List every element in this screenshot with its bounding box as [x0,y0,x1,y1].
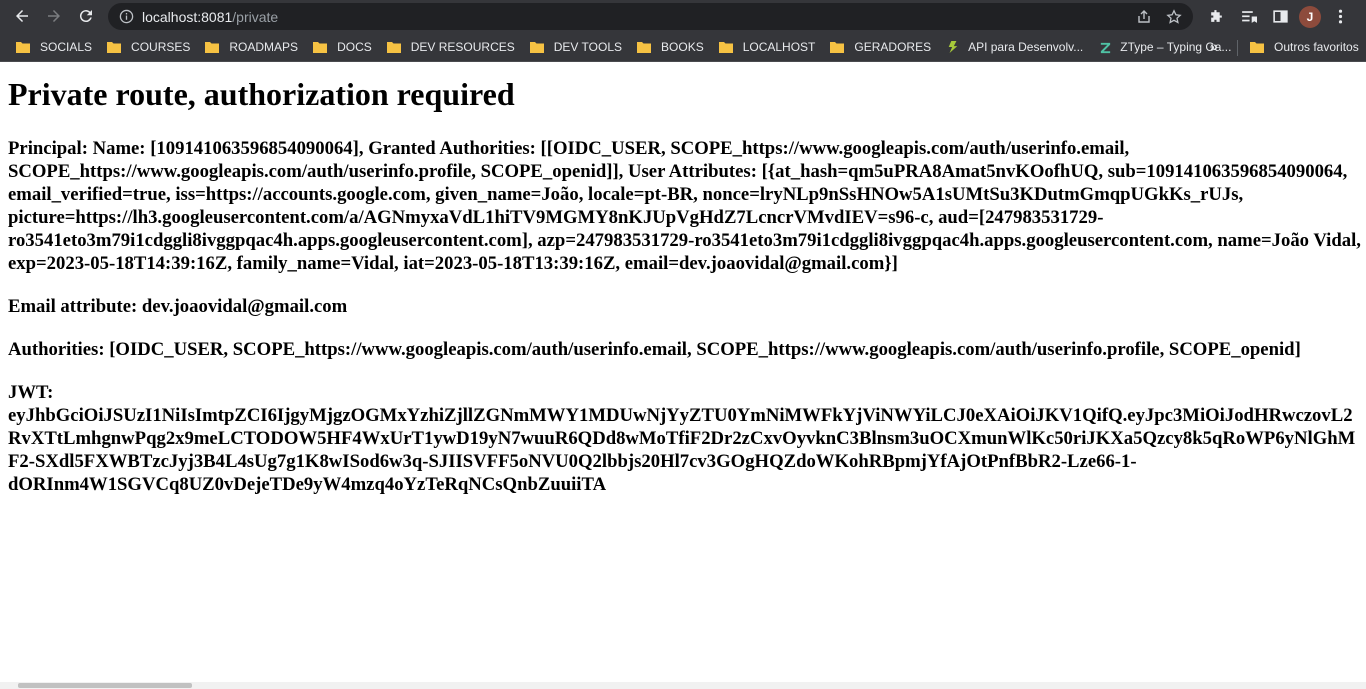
url-text[interactable]: localhost:8081/private [142,9,278,25]
forward-icon[interactable] [40,2,68,30]
reading-list-icon[interactable] [1235,4,1261,30]
star-icon[interactable] [1161,4,1187,30]
bookmark-label: API para Desenvolv... [968,40,1084,54]
bookmark-dev-resources[interactable]: DEV RESOURCES [381,35,521,59]
bookmark-socials[interactable]: SOCIALS [10,35,98,59]
jwt-line: F2-SXdl5FXWBTzcJyj3B4L4sUg7g1K8wISod6w3q… [8,451,1137,472]
bookmark-label: Outros favoritos [1274,40,1359,54]
page-content: Private route, authorization required Pr… [8,62,1366,682]
bookmark-courses[interactable]: COURSES [101,35,196,59]
page-title: Private route, authorization required [8,76,515,112]
url-host: localhost:8081 [142,8,233,25]
bookmark-geradores[interactable]: GERADORES [824,35,937,59]
email-attribute-text: Email attribute: dev.joaovidal@gmail.com [8,296,348,317]
api-favicon [946,40,960,54]
profile-avatar[interactable]: J [1299,5,1321,28]
folder-icon [386,42,401,53]
jwt-line: RvXTtLmhgnwPqg2x9meLCTODOW5HF4WxUrT1ywD1… [8,428,1356,449]
bookmark-label: DOCS [337,40,372,54]
jwt-line: dORInm4W1SGVCq8UZ0vDejeTDe9yW4mzq4oYzTeR… [8,474,607,495]
bookmarks-divider [1237,40,1238,56]
jwt-block: JWT: eyJhbGciOiJSUzI1NiIsImtpZCI6IjgyMjg… [8,381,1366,496]
info-icon[interactable] [118,9,134,25]
jwt-line: eyJhbGciOiJSUzI1NiIsImtpZCI6IjgyMjgzOGMx… [8,405,1353,426]
jwt-label: JWT: [8,382,54,403]
bookmark-label: GERADORES [854,40,932,54]
bookmarks-overflow-button[interactable]: » [1210,38,1218,54]
bookmark-dev-tools[interactable]: DEV TOOLS [524,35,628,59]
scrollbar-thumb[interactable] [18,683,192,688]
share-icon[interactable] [1131,4,1157,30]
extensions-icon[interactable] [1203,4,1229,30]
bookmark-label: ROADMAPS [229,40,299,54]
bookmark-label: COURSES [131,40,191,54]
bookmark-label: LOCALHOST [742,40,816,54]
folder-icon [1250,42,1264,53]
principal-text: Principal: Name: [109141063596854090064]… [8,138,1361,274]
bookmark-docs[interactable]: DOCS [307,35,378,59]
folder-icon [529,42,544,53]
menu-icon[interactable] [1327,4,1353,30]
authorities-text: Authorities: [OIDC_USER, SCOPE_https://w… [8,339,1301,360]
bookmarks-bar: SOCIALS COURSES ROADMAPS DOCS DEV RESOUR… [0,33,1366,62]
horizontal-scrollbar[interactable] [0,682,1366,689]
bookmark-label: SOCIALS [40,40,93,54]
back-icon[interactable] [8,2,36,30]
folder-icon [16,42,30,53]
url-path: /private [232,8,279,25]
bookmark-label: DEV RESOURCES [410,40,515,54]
browser-toolbar: localhost:8081/private J [0,0,1366,33]
ztype-favicon [1098,40,1112,54]
bookmark-label: BOOKS [661,40,704,54]
bookmark-other[interactable]: Outros favoritos [1244,35,1365,59]
folder-icon [830,42,845,53]
folder-icon [205,42,220,53]
folder-icon [313,42,328,53]
bookmark-localhost[interactable]: LOCALHOST [713,35,822,59]
bookmark-books[interactable]: BOOKS [631,35,710,59]
address-bar[interactable]: localhost:8081/private [108,3,1193,30]
folder-icon [637,42,652,53]
bookmark-api[interactable]: API para Desenvolv... [940,35,1089,59]
folder-icon [718,42,733,53]
folder-icon [107,42,122,53]
side-panel-icon[interactable] [1267,4,1293,30]
bookmark-roadmaps[interactable]: ROADMAPS [199,35,304,59]
bookmark-label: DEV TOOLS [553,40,623,54]
reload-icon[interactable] [72,2,100,30]
